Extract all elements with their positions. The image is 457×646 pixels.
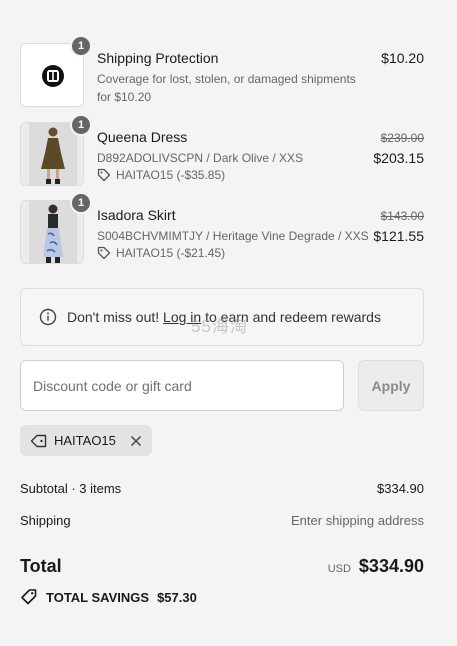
shipping-label: Shipping bbox=[20, 513, 71, 528]
item-discount-label: HAITAO15 (-$35.85) bbox=[116, 168, 226, 182]
savings-tag-icon bbox=[21, 589, 37, 605]
info-icon bbox=[39, 308, 57, 326]
currency-code: USD bbox=[327, 563, 351, 575]
subtotal-label: Subtotal · 3 items bbox=[20, 481, 122, 496]
tag-icon bbox=[97, 168, 111, 182]
total-value: $334.90 bbox=[358, 556, 424, 576]
item-original-price: $239.00 bbox=[380, 131, 424, 145]
applied-discount-chip: HAITAO15 bbox=[20, 425, 152, 456]
quantity-badge: 1 bbox=[70, 192, 92, 214]
remove-discount-button[interactable] bbox=[130, 435, 142, 447]
notice-prefix: Don't miss out! bbox=[67, 309, 160, 325]
shipping-value: Enter shipping address bbox=[291, 513, 424, 528]
quantity-badge: 1 bbox=[70, 35, 92, 57]
apply-button[interactable]: Apply bbox=[358, 360, 424, 411]
item-discount-label: HAITAO15 (-$21.45) bbox=[116, 246, 226, 260]
watermark: 55海淘 bbox=[191, 317, 248, 336]
line-item: 1 Queena Dress D892ADOLIVSCPN / Dark Oli… bbox=[20, 114, 424, 186]
quantity-badge: 1 bbox=[70, 114, 92, 136]
item-price: $203.15 bbox=[373, 150, 424, 166]
item-subtitle: S004BCHVMIMTJY / Heritage Vine Degrade /… bbox=[97, 229, 369, 243]
item-discount: HAITAO15 (-$35.85) bbox=[97, 168, 225, 182]
item-title: Queena Dress bbox=[97, 129, 188, 145]
line-item: 1 Shipping Protection Coverage for lost,… bbox=[20, 35, 424, 107]
applied-code-label: HAITAO15 bbox=[54, 433, 116, 448]
line-item: 1 Isadora Skirt S004BCHVMIMTJY / Heritag… bbox=[20, 192, 424, 264]
item-title: Isadora Skirt bbox=[97, 207, 176, 223]
savings-label: TOTAL SAVINGS bbox=[46, 589, 150, 605]
savings-value: $57.30 bbox=[157, 589, 197, 605]
item-price: $121.55 bbox=[373, 228, 424, 244]
total-row: Total USD $334.90 bbox=[20, 556, 424, 577]
total-savings: TOTAL SAVINGS $57.30 bbox=[20, 588, 197, 606]
item-price: $10.20 bbox=[381, 50, 424, 66]
subtotal-value: $334.90 bbox=[377, 481, 424, 496]
item-discount: HAITAO15 (-$21.45) bbox=[97, 246, 225, 260]
item-title: Shipping Protection bbox=[97, 50, 219, 66]
tag-icon bbox=[97, 246, 111, 260]
shipping-row: Shipping Enter shipping address bbox=[20, 513, 424, 528]
discount-code-input[interactable] bbox=[20, 360, 344, 411]
item-subtitle: Coverage for lost, stolen, or damaged sh… bbox=[97, 72, 356, 104]
item-subtitle: D892ADOLIVSCPN / Dark Olive / XXS bbox=[97, 151, 304, 165]
tag-icon bbox=[30, 434, 47, 447]
item-original-price: $143.00 bbox=[380, 209, 424, 223]
subtotal-row: Subtotal · 3 items $334.90 bbox=[20, 481, 424, 496]
total-amount: USD $334.90 bbox=[328, 556, 424, 577]
total-label: Total bbox=[20, 556, 62, 576]
close-icon bbox=[130, 435, 141, 446]
